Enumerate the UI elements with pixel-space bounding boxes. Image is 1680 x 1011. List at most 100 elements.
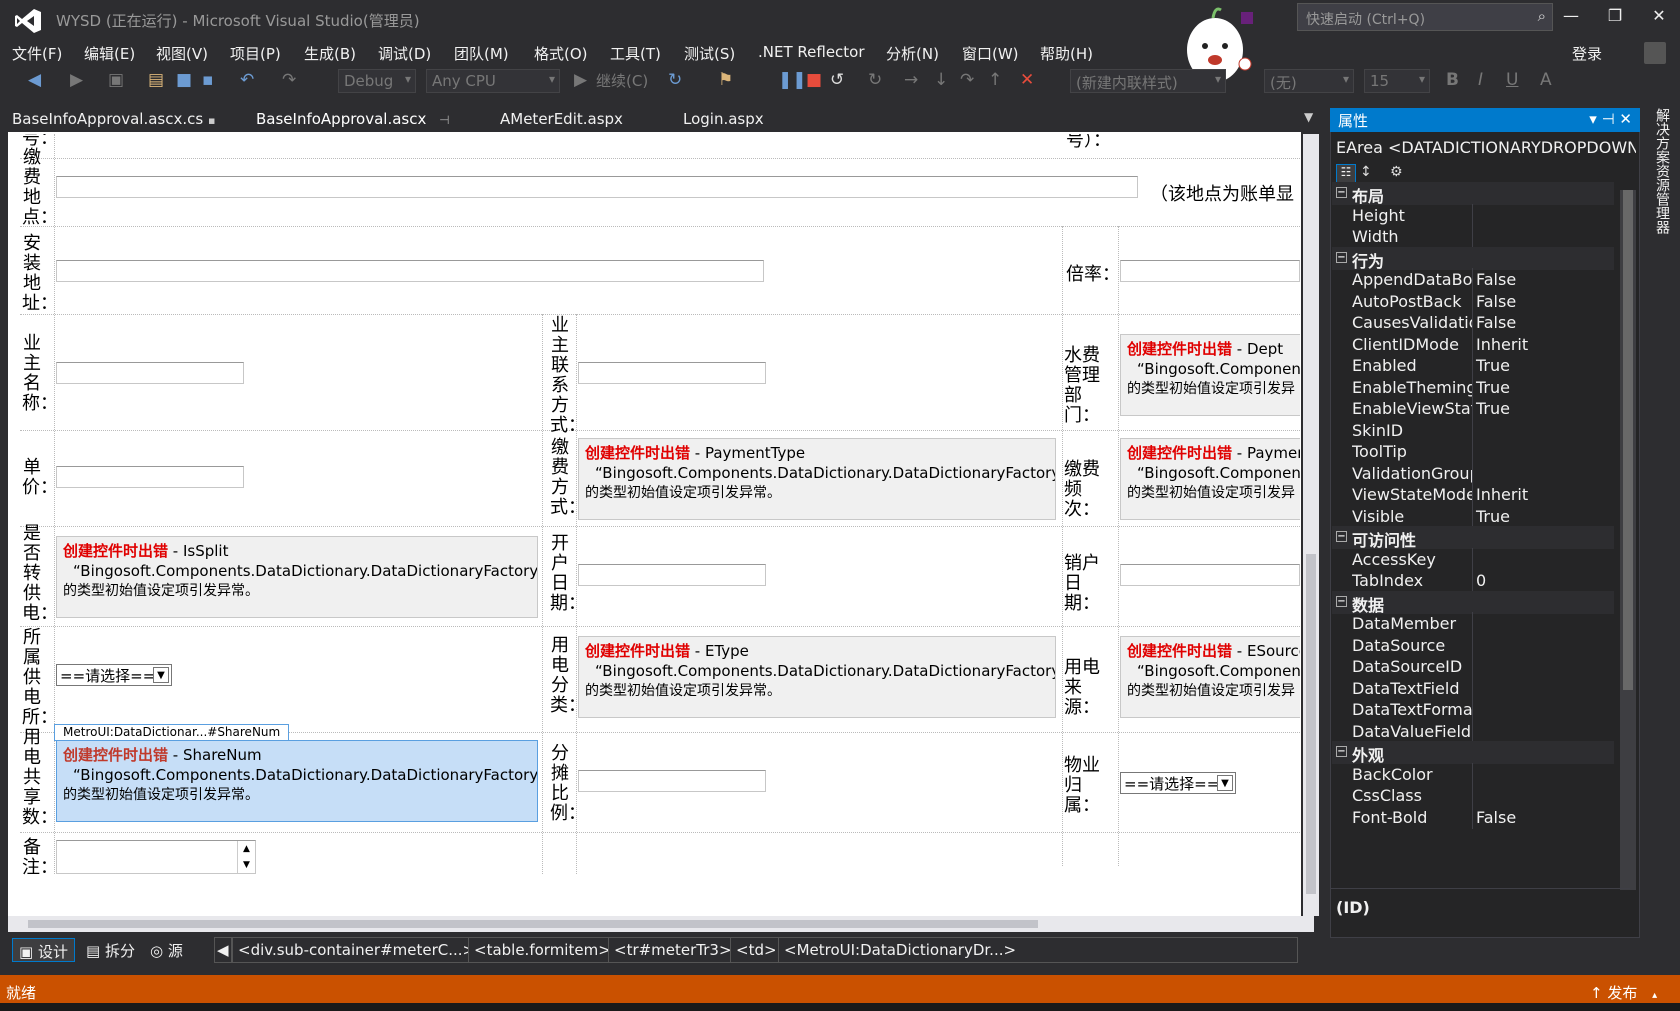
pause-icon[interactable]: ❚❚ [778,70,807,90]
search-icon[interactable]: ⌕ [1538,7,1546,25]
property-row[interactable]: EnableViewStateTrue [1332,397,1614,420]
close-icon[interactable]: ✕ [1644,6,1674,30]
step-icon[interactable]: ↻ [868,70,882,90]
remark-textarea[interactable]: ▲ ▼ [56,840,256,874]
font-combo[interactable]: (无) [1264,69,1354,93]
login-link[interactable]: 登录 [1572,43,1602,64]
property-pages-icon[interactable]: ⚙ [1390,164,1403,180]
forward-icon[interactable]: ▶ [70,70,83,90]
property-select[interactable]: ==请选择== ▼ [1120,772,1236,794]
collapse-icon[interactable]: − [1336,251,1347,263]
crumb-div[interactable]: <div.sub-container#meterC...> [232,937,482,963]
property-row[interactable]: DataTextField [1332,676,1614,700]
property-row[interactable]: DataSource [1332,633,1614,657]
save-icon[interactable]: ■ [176,70,192,90]
property-value[interactable]: False [1476,270,1516,289]
designer-vertical-scrollbar[interactable] [1303,134,1319,916]
error-etype[interactable]: 创建控件时出错 - EType “Bingosoft.Components.Da… [578,636,1056,718]
menu-tools[interactable]: 工具(T) [610,43,661,64]
property-row[interactable]: Height [1332,203,1614,227]
menu-format[interactable]: 格式(O) [534,43,588,64]
properties-object-selector[interactable]: EArea <DATADICTIONARYDROPDOWN [1336,138,1636,157]
step-over-icon[interactable]: → [904,70,918,90]
error-share-num[interactable]: 创建控件时出错 - ShareNum “Bingosoft.Components… [56,740,538,822]
menu-test[interactable]: 测试(S) [684,43,735,64]
collapse-icon[interactable]: − [1336,187,1347,198]
error-payment-type[interactable]: 创建控件时出错 - PaymentType “Bingosoft.Compone… [578,438,1056,520]
alphabetical-icon[interactable]: ↕ [1360,164,1372,180]
error-esource[interactable]: 创建控件时出错 - ESource “Bingosoft.Component 的… [1120,636,1300,718]
collapse-icon[interactable]: − [1336,531,1347,542]
property-row[interactable]: ViewStateMode Inherit [1332,483,1614,506]
continue-icon[interactable]: ▶ [574,70,587,90]
pay-place-input[interactable] [56,176,1138,198]
restart-icon[interactable]: ↺ [830,70,844,90]
crumb-control[interactable]: <MetroUI:DataDictionaryDr...> [778,937,1298,963]
undo-icon[interactable]: ↶ [240,70,254,90]
refresh-icon[interactable]: ↻ [668,70,682,90]
continue-button[interactable]: 继续(C) [596,70,648,91]
step-into-icon[interactable]: ↓ [934,70,948,90]
restore-icon[interactable]: ❐ [1600,6,1630,30]
property-value[interactable]: True [1476,378,1510,397]
property-row[interactable]: DataValueField [1332,719,1614,743]
menu-build[interactable]: 生成(B) [304,43,356,64]
property-value[interactable]: False [1476,313,1516,332]
bold-icon[interactable]: B [1446,70,1459,90]
tab-baseinfo-ascx[interactable]: BaseInfoApproval.ascx ⊣ ✕ [236,108,472,146]
close-date-input[interactable] [1120,564,1300,586]
crumb-table[interactable]: <table.formitem> [468,937,617,963]
menu-analyze[interactable]: 分析(N) [886,43,939,64]
property-row[interactable]: Font-Bold False [1332,805,1614,829]
menu-view[interactable]: 视图(V) [156,43,208,64]
close-panel-icon[interactable]: ▾ ⊣ ✕ [1589,110,1632,128]
error-dept[interactable]: 创建控件时出错 - Dept “Bingosoft.Component 的类型初… [1120,334,1300,416]
property-row[interactable]: SkinID [1332,418,1614,442]
menu-project[interactable]: 项目(P) [230,43,281,64]
property-row[interactable]: EnableTheming True [1332,375,1614,399]
config-combo[interactable]: Debug [338,69,416,93]
view-source-button[interactable]: ◎ 源 [144,938,189,962]
font-color-icon[interactable]: A [1540,70,1552,90]
solution-explorer-tab[interactable]: 解决方案资源管理器 [1648,108,1672,308]
crumb-back-icon[interactable]: ◀ [214,937,232,963]
property-row[interactable]: CausesValidatior False [1332,311,1614,334]
crumb-tr[interactable]: <tr#meterTr3> [608,937,738,963]
save-all-icon[interactable]: ▪ [202,70,214,90]
install-address-input[interactable] [56,260,764,282]
property-row[interactable]: Enabled True [1332,354,1614,377]
property-row[interactable]: AutoPostBack False [1332,289,1614,313]
property-row[interactable]: AccessKey [1332,547,1614,571]
menu-window[interactable]: 窗口(W) [962,43,1019,64]
menu-edit[interactable]: 编辑(E) [84,43,135,64]
property-row[interactable]: BackColor [1332,762,1614,786]
rate-input[interactable] [1120,260,1300,282]
property-value[interactable]: False [1476,292,1516,311]
stop-icon[interactable]: ■ [806,70,822,90]
error-is-split[interactable]: 创建控件时出错 - IsSplit “Bingosoft.Components.… [56,536,538,618]
open-file-icon[interactable]: ▤ [148,70,164,90]
underline-icon[interactable]: U [1506,70,1518,90]
unit-price-input[interactable] [56,466,244,488]
new-project-icon[interactable]: ▣ [108,70,124,90]
minimize-icon[interactable]: — [1556,6,1586,30]
property-value[interactable]: True [1476,399,1510,418]
property-row[interactable]: TabIndex 0 [1332,569,1614,592]
step-out-icon[interactable]: ↑ [988,70,1002,90]
property-value[interactable]: False [1476,808,1516,827]
view-design-button[interactable]: ▣ 设计 [12,938,75,962]
property-value[interactable]: True [1476,507,1510,526]
menu-team[interactable]: 团队(M) [454,43,509,64]
property-value[interactable]: Inherit [1476,485,1528,504]
design-surface[interactable]: 号： 号）： 缴费地点： （该地点为账单显 安装地址： 倍率： 业主名称： 业主… [10,134,1300,916]
tab-ameteredit[interactable]: AMeterEdit.aspx [500,108,650,132]
size-combo[interactable]: 15 [1364,69,1430,93]
property-category[interactable]: − 可访问性 [1332,526,1614,550]
menu-reflector[interactable]: .NET Reflector [758,43,865,61]
back-icon[interactable]: ◀ [28,70,41,90]
error-payment-freq[interactable]: 创建控件时出错 - Paymen “Bingosoft.Component 的类… [1120,438,1300,520]
property-value[interactable]: Inherit [1476,335,1528,354]
property-value[interactable]: True [1476,356,1510,375]
property-row[interactable]: DataSourceID [1332,655,1614,678]
categorized-icon[interactable]: ☷ [1336,164,1356,184]
